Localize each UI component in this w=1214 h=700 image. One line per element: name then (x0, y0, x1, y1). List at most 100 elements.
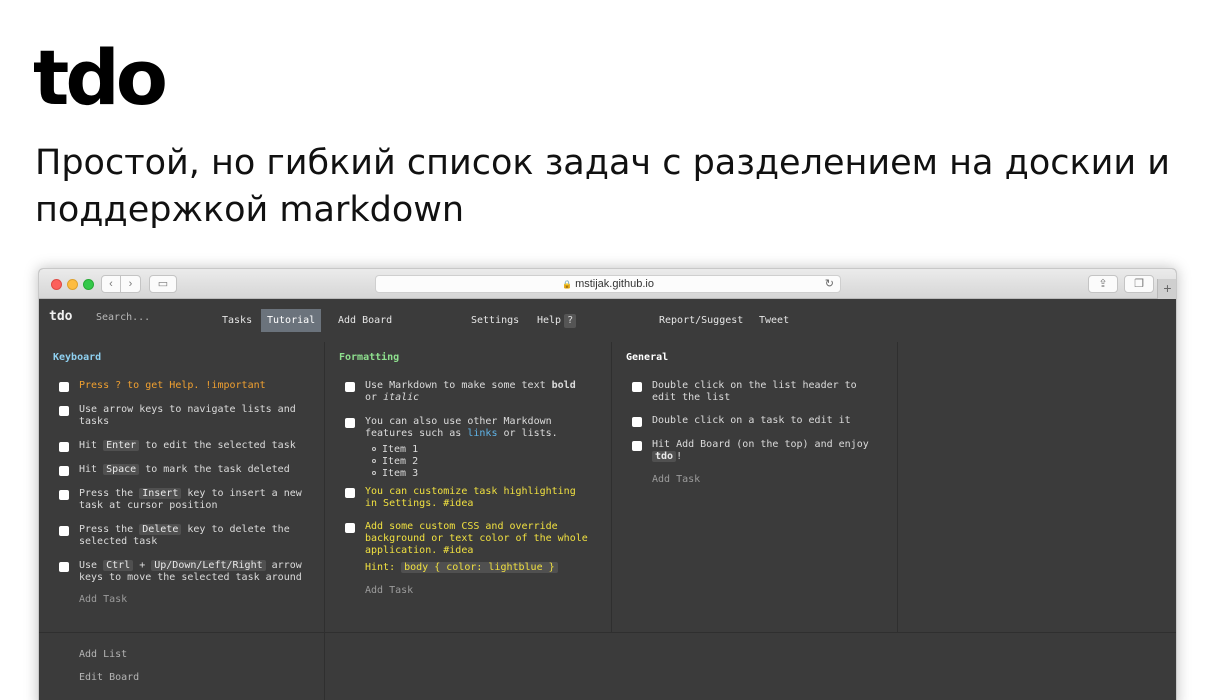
task-text: Press the Insert key to insert a new tas… (79, 488, 302, 511)
task-item[interactable]: Double click on a task to edit it (632, 415, 880, 427)
hero-subtitle: Простой, но гибкий список задач с раздел… (35, 143, 1170, 230)
bullet-icon (372, 447, 376, 451)
list-general: General Double click on the list header … (612, 342, 898, 632)
task-item[interactable]: Hit Space to mark the task deleted (59, 464, 307, 476)
task-text: Add some custom CSS and override backgro… (365, 521, 588, 573)
task-text: Double click on a task to edit it (652, 415, 851, 426)
browser-window: ‹› ▭ 🔒 mstijak.github.io ↻ ⇪ ❐ + tdo Tas… (38, 268, 1177, 700)
task-checkbox[interactable] (59, 382, 69, 392)
task-checkbox[interactable] (59, 490, 69, 500)
task-item[interactable]: You can customize task highlighting in S… (345, 486, 593, 510)
task-text: You can customize task highlighting in S… (365, 486, 576, 509)
nav-help[interactable]: Help? (531, 309, 582, 332)
nav-report-suggest[interactable]: Report/Suggest (653, 309, 749, 332)
edit-board-button[interactable]: Edit Board (79, 672, 139, 683)
task-checkbox[interactable] (59, 562, 69, 572)
zoom-window-button[interactable] (83, 279, 94, 290)
sidebar-toggle-icon[interactable]: ▭ (149, 275, 177, 293)
task-item[interactable]: You can also use other Markdown features… (345, 416, 593, 440)
forward-icon[interactable]: › (121, 276, 140, 292)
task-checkbox[interactable] (59, 526, 69, 536)
task-checkbox[interactable] (632, 441, 642, 451)
list-bullet-item: Item 2 (372, 456, 418, 467)
task-checkbox[interactable] (345, 523, 355, 533)
share-icon[interactable]: ⇪ (1088, 275, 1118, 293)
task-text: Press the Delete key to delete the selec… (79, 524, 290, 547)
key-delete: Delete (139, 524, 182, 535)
new-tab-button[interactable]: + (1157, 279, 1176, 299)
key-enter: Enter (103, 440, 140, 451)
bold-text: bold (551, 380, 576, 391)
hint-code: body { color: lightblue } (401, 562, 558, 573)
back-icon[interactable]: ‹ (102, 276, 121, 292)
list-title-keyboard[interactable]: Keyboard (53, 352, 101, 363)
history-nav: ‹ › (101, 275, 141, 293)
task-checkbox[interactable] (59, 406, 69, 416)
list-title-formatting[interactable]: Formatting (339, 352, 399, 363)
task-checkbox[interactable] (632, 417, 642, 427)
task-item[interactable]: Press the Delete key to delete the selec… (59, 524, 307, 548)
task-checkbox[interactable] (632, 382, 642, 392)
add-task-button[interactable]: Add Task (365, 585, 413, 596)
task-text: Double click on the list header to edit … (652, 380, 857, 403)
task-checkbox[interactable] (59, 442, 69, 452)
list-bullet-item: Item 1 (372, 444, 418, 455)
task-text: Use arrow keys to navigate lists and tas… (79, 404, 296, 427)
task-text: Use Ctrl + Up/Down/Left/Right arrow keys… (79, 560, 302, 583)
app-logo[interactable]: tdo (49, 309, 72, 324)
nav-tasks[interactable]: Tasks (216, 309, 258, 332)
task-item[interactable]: Use Ctrl + Up/Down/Left/Right arrow keys… (59, 560, 307, 584)
help-key: ? (564, 314, 577, 328)
bullet-icon (372, 471, 376, 475)
task-item[interactable]: Hit Enter to edit the selected task (59, 440, 307, 452)
task-checkbox[interactable] (345, 382, 355, 392)
task-item[interactable]: Double click on the list header to edit … (632, 380, 880, 404)
task-text: Hit Add Board (on the top) and enjoy tdo… (652, 439, 869, 462)
list-formatting: Formatting Use Markdown to make some tex… (325, 342, 612, 632)
empty-area (325, 632, 1176, 700)
task-item[interactable]: Press the Insert key to insert a new tas… (59, 488, 307, 512)
key-space: Space (103, 464, 140, 475)
task-checkbox[interactable] (345, 488, 355, 498)
nav-add-board[interactable]: Add Board (332, 309, 398, 332)
list-bullet-item: Item 3 (372, 468, 418, 479)
task-text: Use Markdown to make some text bold or i… (365, 380, 576, 403)
list-keyboard: Keyboard Press ? to get Help. !important… (39, 342, 325, 632)
tdo-app: tdo Tasks Tutorial Add Board Settings He… (39, 299, 1176, 700)
nav-settings[interactable]: Settings (465, 309, 525, 332)
task-item[interactable]: Hit Add Board (on the top) and enjoy tdo… (632, 439, 880, 463)
close-window-button[interactable] (51, 279, 62, 290)
reload-icon[interactable]: ↻ (825, 276, 834, 292)
task-text: Press ? to get Help. !important (79, 380, 266, 391)
task-item[interactable]: Press ? to get Help. !important (59, 380, 307, 392)
task-text: You can also use other Markdown features… (365, 416, 558, 439)
task-item[interactable]: Add some custom CSS and override backgro… (345, 521, 593, 574)
list-title-general[interactable]: General (626, 352, 668, 363)
address-url: mstijak.github.io (575, 278, 654, 290)
key-ctrl: Ctrl (103, 560, 134, 571)
task-item[interactable]: Use arrow keys to navigate lists and tas… (59, 404, 307, 428)
lock-icon: 🔒 (562, 280, 573, 289)
task-item[interactable]: Use Markdown to make some text bold or i… (345, 380, 593, 404)
key-insert: Insert (139, 488, 182, 499)
nav-tweet[interactable]: Tweet (753, 309, 795, 332)
task-checkbox[interactable] (345, 418, 355, 428)
task-checkbox[interactable] (59, 466, 69, 476)
nav-tutorial[interactable]: Tutorial (261, 309, 322, 332)
add-task-button[interactable]: Add Task (79, 594, 127, 605)
search-input[interactable] (96, 312, 196, 323)
task-text: Hit Space to mark the task deleted (79, 464, 290, 475)
tdo-code: tdo (652, 451, 677, 462)
italic-text: italic (383, 392, 420, 403)
key-arrows: Up/Down/Left/Right (151, 560, 266, 571)
browser-toolbar: ‹ › ▭ 🔒 mstijak.github.io ↻ ⇪ ❐ + (39, 269, 1176, 299)
tabs-overview-icon[interactable]: ❐ (1124, 275, 1154, 293)
task-text: Hit Enter to edit the selected task (79, 440, 296, 451)
bullet-icon (372, 459, 376, 463)
address-bar[interactable]: 🔒 mstijak.github.io ↻ (375, 275, 841, 293)
minimize-window-button[interactable] (67, 279, 78, 290)
add-task-button[interactable]: Add Task (652, 474, 700, 485)
add-list-button[interactable]: Add List (79, 649, 127, 660)
board-actions: Add List Edit Board (39, 632, 325, 700)
links-link[interactable]: links (467, 428, 497, 439)
